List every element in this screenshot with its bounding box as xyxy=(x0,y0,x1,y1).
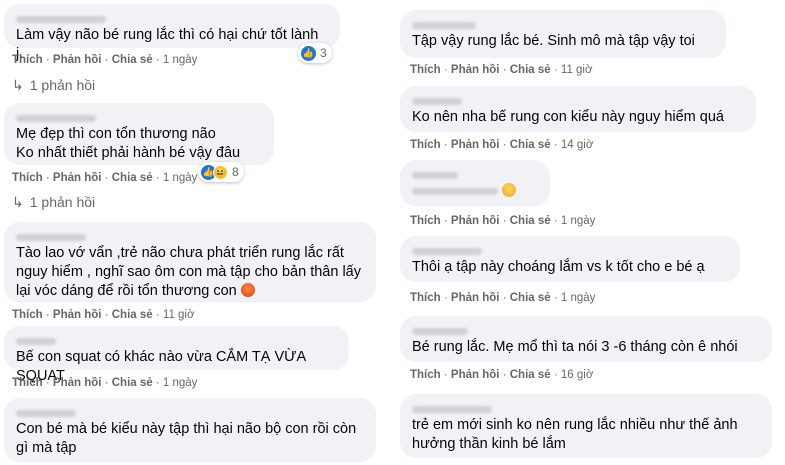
share-action[interactable]: Chia sẻ xyxy=(510,369,551,381)
comment-time[interactable]: 16 giờ xyxy=(561,369,593,381)
share-action[interactable]: Chia sẻ xyxy=(510,139,551,151)
like-reaction-icon: 👍 xyxy=(301,45,316,61)
reaction-summary[interactable]: 👍 😆 8 xyxy=(198,162,244,182)
commenter-name-blurred[interactable] xyxy=(412,242,728,255)
comment-time[interactable]: 1 ngày xyxy=(163,377,198,389)
reaction-count: 8 xyxy=(232,165,239,179)
comment-text: Tập vậy rung lắc bé. Sinh mô mà tập vậy … xyxy=(412,33,695,49)
reply-action[interactable]: Phản hồi xyxy=(451,292,500,304)
haha-reaction-icon: 😆 xyxy=(213,164,228,180)
share-action[interactable]: Chia sẻ xyxy=(510,215,551,227)
comment-bubble: Ko nên nha bế rung con kiểu này nguy hiể… xyxy=(400,86,756,132)
comment-actions: Thích · Phản hồi · Chia sẻ · 1 ngày xyxy=(12,172,198,184)
comment-text: Tào lao vớ vẩn ,trẻ não chưa phát triển … xyxy=(16,245,361,299)
comment-time[interactable]: 1 ngày xyxy=(163,172,198,184)
comment-text: trẻ em mới sinh ko nên rung lắc nhiều nh… xyxy=(412,417,738,452)
reply-action[interactable]: Phản hồi xyxy=(53,172,102,184)
reply-action[interactable]: Phản hồi xyxy=(451,215,500,227)
comment-actions: Thích · Phản hồi · Chia sẻ · 1 ngày xyxy=(12,54,198,66)
view-replies-link[interactable]: ↳ 1 phản hồi xyxy=(12,194,95,211)
comment-bubble: Bế con squat có khác nào vừa CẮM TẠ VỪA … xyxy=(4,326,349,384)
angry-emoji-icon xyxy=(240,283,255,297)
comment-time[interactable]: 11 giờ xyxy=(561,64,593,76)
commenter-name-blurred[interactable] xyxy=(16,228,364,241)
comment-actions: Thích · Phản hồi · Chia sẻ · 1 ngày xyxy=(410,215,596,227)
sad-emoji-icon xyxy=(502,183,517,197)
comment-text: Mẹ đẹp thì con tổn thương não Ko nhất th… xyxy=(16,126,241,161)
comment-actions: Thích · Phản hồi · Chia sẻ · 11 giờ xyxy=(12,309,195,321)
column-divider xyxy=(391,0,397,465)
comment-time[interactable]: 1 ngày xyxy=(561,292,596,304)
commenter-name-blurred[interactable] xyxy=(412,400,760,413)
reply-action[interactable]: Phản hồi xyxy=(53,309,102,321)
reply-arrow-icon: ↳ xyxy=(12,194,24,210)
comment-text: Con bé mà bé kiểu này tập thì hại não bộ… xyxy=(16,421,357,456)
like-action[interactable]: Thích xyxy=(410,139,441,151)
comment-bubble: Tào lao vớ vẩn ,trẻ não chưa phát triển … xyxy=(4,222,376,302)
like-action[interactable]: Thích xyxy=(12,172,43,184)
reply-arrow-icon: ↳ xyxy=(12,77,24,93)
reply-action[interactable]: Phản hồi xyxy=(53,377,102,389)
commenter-name-blurred[interactable] xyxy=(16,10,328,23)
comment-actions: Thích · Phản hồi · Chia sẻ · 11 giờ xyxy=(410,64,593,76)
blurred-comment-text xyxy=(412,187,498,195)
comment-bubble xyxy=(400,160,550,206)
commenter-name-blurred[interactable] xyxy=(16,109,262,122)
reaction-summary[interactable]: 👍 3 xyxy=(298,43,332,63)
commenter-name-blurred[interactable] xyxy=(412,166,538,179)
comment-text: Thôi ạ tập này choáng lắm vs k tốt cho e… xyxy=(412,259,705,275)
comment-bubble: Tập vậy rung lắc bé. Sinh mô mà tập vậy … xyxy=(400,10,726,58)
share-action[interactable]: Chia sẻ xyxy=(112,309,153,321)
like-action[interactable]: Thích xyxy=(12,377,43,389)
reaction-count: 3 xyxy=(320,46,327,60)
comment-bubble: Thôi ạ tập này choáng lắm vs k tốt cho e… xyxy=(400,236,740,282)
share-action[interactable]: Chia sẻ xyxy=(510,64,551,76)
like-action[interactable]: Thích xyxy=(410,64,441,76)
comment-bubble: trẻ em mới sinh ko nên rung lắc nhiều nh… xyxy=(400,394,772,458)
view-replies-link[interactable]: ↳ 1 phản hồi xyxy=(12,77,95,94)
comment-actions: Thích · Phản hồi · Chia sẻ · 16 giờ xyxy=(410,369,594,381)
comment-text: Ko nên nha bế rung con kiểu này nguy hiể… xyxy=(412,109,724,125)
commenter-name-blurred[interactable] xyxy=(412,92,744,105)
comment-bubble: Con bé mà bé kiểu này tập thì hại não bộ… xyxy=(4,398,376,462)
commenter-name-blurred[interactable] xyxy=(412,16,714,29)
comment-text: Bé rung lắc. Mẹ mổ thì ta nói 3 -6 tháng… xyxy=(412,339,738,355)
comment-bubble: Bé rung lắc. Mẹ mổ thì ta nói 3 -6 tháng… xyxy=(400,316,772,362)
like-action[interactable]: Thích xyxy=(410,215,441,227)
like-action[interactable]: Thích xyxy=(410,369,441,381)
reply-action[interactable]: Phản hồi xyxy=(451,139,500,151)
comment-time[interactable]: 14 giờ xyxy=(561,139,593,151)
comment-bubble: Làm vậy não bé rung lắc thì có hại chứ t… xyxy=(4,4,340,62)
comment-actions: Thích · Phản hồi · Chia sẻ · 1 ngày xyxy=(410,292,596,304)
share-action[interactable]: Chia sẻ xyxy=(112,54,153,66)
reply-action[interactable]: Phản hồi xyxy=(451,369,500,381)
comment-time[interactable]: 11 giờ xyxy=(163,309,195,321)
share-action[interactable]: Chia sẻ xyxy=(510,292,551,304)
like-action[interactable]: Thích xyxy=(12,54,43,66)
commenter-name-blurred[interactable] xyxy=(16,332,337,345)
comment-bubble: Mẹ đẹp thì con tổn thương não Ko nhất th… xyxy=(4,103,274,165)
comment-actions: Thích · Phản hồi · Chia sẻ · 1 ngày xyxy=(12,377,198,389)
share-action[interactable]: Chia sẻ xyxy=(112,172,153,184)
commenter-name-blurred[interactable] xyxy=(412,322,760,335)
commenter-name-blurred[interactable] xyxy=(16,404,364,417)
comment-text xyxy=(412,182,538,201)
reply-action[interactable]: Phản hồi xyxy=(53,54,102,66)
comment-time[interactable]: 1 ngày xyxy=(561,215,596,227)
like-action[interactable]: Thích xyxy=(12,309,43,321)
comment-time[interactable]: 1 ngày xyxy=(163,54,198,66)
share-action[interactable]: Chia sẻ xyxy=(112,377,153,389)
reply-action[interactable]: Phản hồi xyxy=(451,64,500,76)
comment-actions: Thích · Phản hồi · Chia sẻ · 14 giờ xyxy=(410,139,594,151)
like-action[interactable]: Thích xyxy=(410,292,441,304)
